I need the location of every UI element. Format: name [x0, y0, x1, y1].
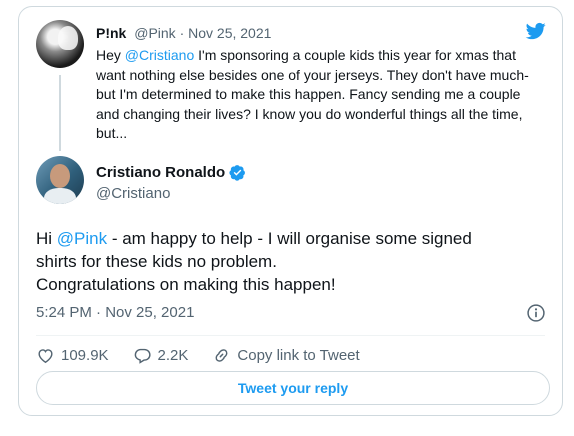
quoted-text-line: Hey @Cristiano I'm sponsoring a couple k…	[96, 47, 516, 63]
thread-connector-line	[59, 75, 61, 151]
quoted-author-meta[interactable]: @Pink · Nov 25, 2021	[134, 25, 271, 41]
verified-badge-icon	[229, 165, 246, 181]
quoted-text-line: and changing their lives? I know you do …	[96, 105, 523, 122]
quoted-text-line: want nothing else besides one of your je…	[96, 66, 529, 83]
quoted-text-line: but...	[96, 125, 128, 142]
quoted-tweet-header: P!nk @Pink · Nov 25, 2021	[96, 25, 271, 41]
cristiano-avatar[interactable]	[36, 156, 84, 204]
quoted-tweet-text: Hey @Cristiano I'm sponsoring a couple k…	[96, 46, 556, 144]
tweet-embed-card: P!nk @Pink · Nov 25, 2021 Hey @Cristiano…	[18, 6, 563, 416]
tweet-your-reply-button[interactable]: Tweet your reply	[36, 371, 550, 405]
quoted-text-line: but I'm determined to make this happen. …	[96, 86, 521, 103]
copy-link-action[interactable]: Copy link to Tweet	[212, 346, 360, 365]
tweet-text-line: shirts for these kids no problem.	[36, 252, 277, 271]
tweet-text: Hi @Pink - am happy to help - I will org…	[36, 227, 556, 296]
divider	[36, 335, 545, 336]
author-name[interactable]: Cristiano Ronaldo	[96, 164, 225, 181]
copy-link-label: Copy link to Tweet	[237, 346, 360, 364]
twitter-bird-icon[interactable]	[524, 21, 548, 41]
link-icon	[215, 348, 228, 362]
reply-count: 2.2K	[157, 346, 189, 364]
like-action[interactable]: 109.9K	[36, 346, 109, 365]
tweet-actions-bar: 109.9K 2.2K Copy link to Tweet	[36, 341, 384, 369]
reply-icon	[134, 348, 151, 364]
mention-cristiano-link[interactable]: @Cristiano	[125, 47, 194, 63]
pink-avatar[interactable]	[36, 20, 84, 68]
mention-pink-link[interactable]: @Pink	[57, 229, 107, 248]
author-name-row[interactable]: Cristiano Ronaldo	[96, 164, 246, 181]
tweet-text-line: Congratulations on making this happen!	[36, 275, 336, 294]
author-handle[interactable]: @Cristiano	[96, 185, 170, 202]
quoted-author-name[interactable]: P!nk	[96, 25, 126, 41]
info-icon[interactable]	[526, 303, 546, 323]
reply-action[interactable]: 2.2K	[133, 346, 189, 365]
tweet-timestamp[interactable]: 5:24 PM · Nov 25, 2021	[36, 304, 194, 321]
tweet-text-line: Hi @Pink - am happy to help - I will org…	[36, 229, 472, 248]
like-count: 109.9K	[61, 346, 109, 364]
heart-icon	[38, 348, 53, 363]
